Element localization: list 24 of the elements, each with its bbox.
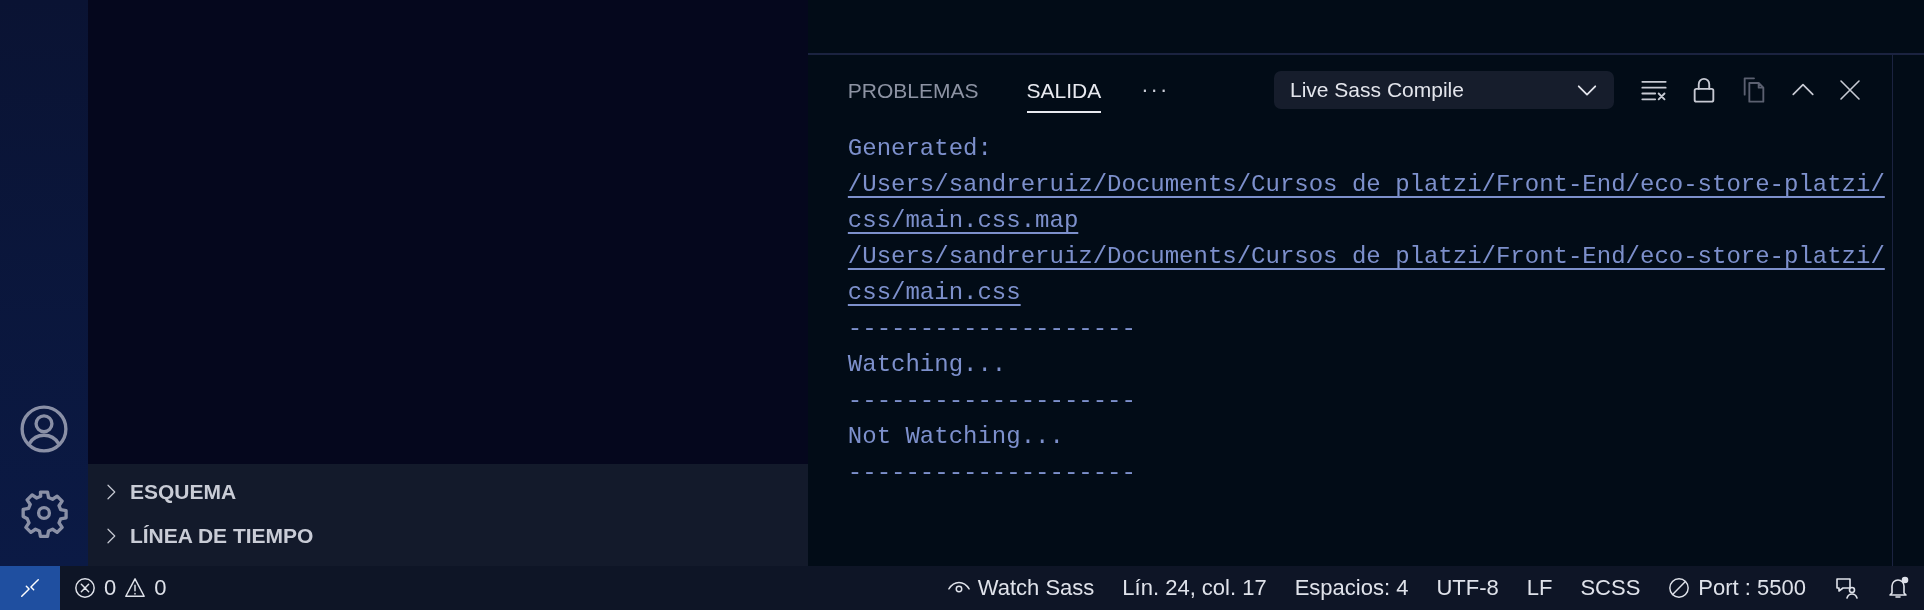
sidebar-section-header[interactable]: LÍNEA DE TIEMPO	[87, 514, 808, 558]
more-button[interactable]: ···	[1141, 77, 1170, 103]
output-line: Not Watching...	[847, 422, 1065, 452]
error-count: 0	[104, 575, 117, 601]
output-channel-dropdown[interactable]: Live Sass Compile	[1274, 71, 1614, 109]
panel-tab[interactable]: PROBLEMAS	[847, 67, 979, 113]
output-line: --------------------	[847, 458, 1137, 488]
status-item[interactable]: Lín. 24, col. 17	[1108, 575, 1281, 601]
output-line: --------------------	[847, 314, 1137, 344]
status-item[interactable]: Watch Sass	[933, 575, 1109, 601]
panel-tab[interactable]: SALIDA	[1026, 67, 1102, 113]
status-item[interactable]: UTF-8	[1422, 575, 1513, 601]
status-item[interactable]: Espacios: 4	[1280, 575, 1423, 601]
problems-status[interactable]: 0 0	[60, 575, 181, 601]
output-line: --------------------	[847, 386, 1137, 416]
file-path-link[interactable]: /Users/sandreruiz/Documents/Cursos de platzi/Front-End/eco-store-platzi/css/main.css	[847, 239, 1892, 311]
output-line: Watching...	[847, 350, 1008, 380]
output-line: Generated:	[847, 134, 993, 164]
status-item[interactable]: LF	[1512, 575, 1567, 601]
file-path-link[interactable]: /Users/sandreruiz/Documents/Cursos de platzi/Front-End/eco-store-platzi/css/main.css.map	[847, 167, 1892, 239]
warning-count: 0	[154, 575, 167, 601]
sidebar-section-header[interactable]: ESQUEMA	[87, 470, 808, 514]
status-item[interactable]: Port : 5500	[1654, 575, 1820, 601]
status-item[interactable]: SCSS	[1566, 575, 1655, 601]
